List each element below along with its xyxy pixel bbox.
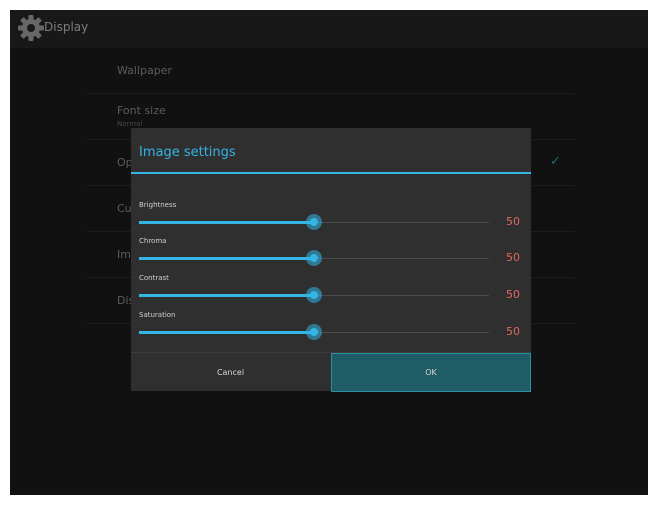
- brightness-slider-thumb[interactable]: [306, 214, 322, 230]
- contrast-slider-fill: [139, 294, 314, 297]
- saturation-slider-fill: [139, 331, 314, 334]
- brightness-slider-fill: [139, 221, 314, 224]
- chroma-slider-fill: [139, 257, 314, 260]
- contrast-slider-thumb[interactable]: [306, 287, 322, 303]
- saturation-setting: Saturation 50: [139, 311, 527, 341]
- brightness-setting: Brightness 50: [139, 201, 527, 231]
- chroma-slider-thumb[interactable]: [306, 250, 322, 266]
- contrast-label: Contrast: [139, 274, 169, 282]
- ok-button[interactable]: OK: [331, 353, 531, 392]
- dialog-button-bar: Cancel OK: [131, 352, 531, 392]
- contrast-setting: Contrast 50: [139, 274, 527, 304]
- brightness-value: 50: [506, 215, 520, 228]
- dialog-title-divider: [131, 172, 531, 174]
- settings-screen: Display Wallpaper Font size Normal Opt ✓…: [10, 10, 648, 495]
- chroma-value: 50: [506, 251, 520, 264]
- contrast-value: 50: [506, 288, 520, 301]
- brightness-label: Brightness: [139, 201, 177, 209]
- image-settings-dialog: Image settings Brightness 50 Chroma 50 C…: [131, 128, 531, 392]
- saturation-label: Saturation: [139, 311, 176, 319]
- chroma-label: Chroma: [139, 237, 167, 245]
- saturation-slider-thumb[interactable]: [306, 324, 322, 340]
- chroma-setting: Chroma 50: [139, 237, 527, 267]
- saturation-value: 50: [506, 325, 520, 338]
- dialog-title: Image settings: [139, 145, 236, 160]
- cancel-button[interactable]: Cancel: [131, 353, 330, 392]
